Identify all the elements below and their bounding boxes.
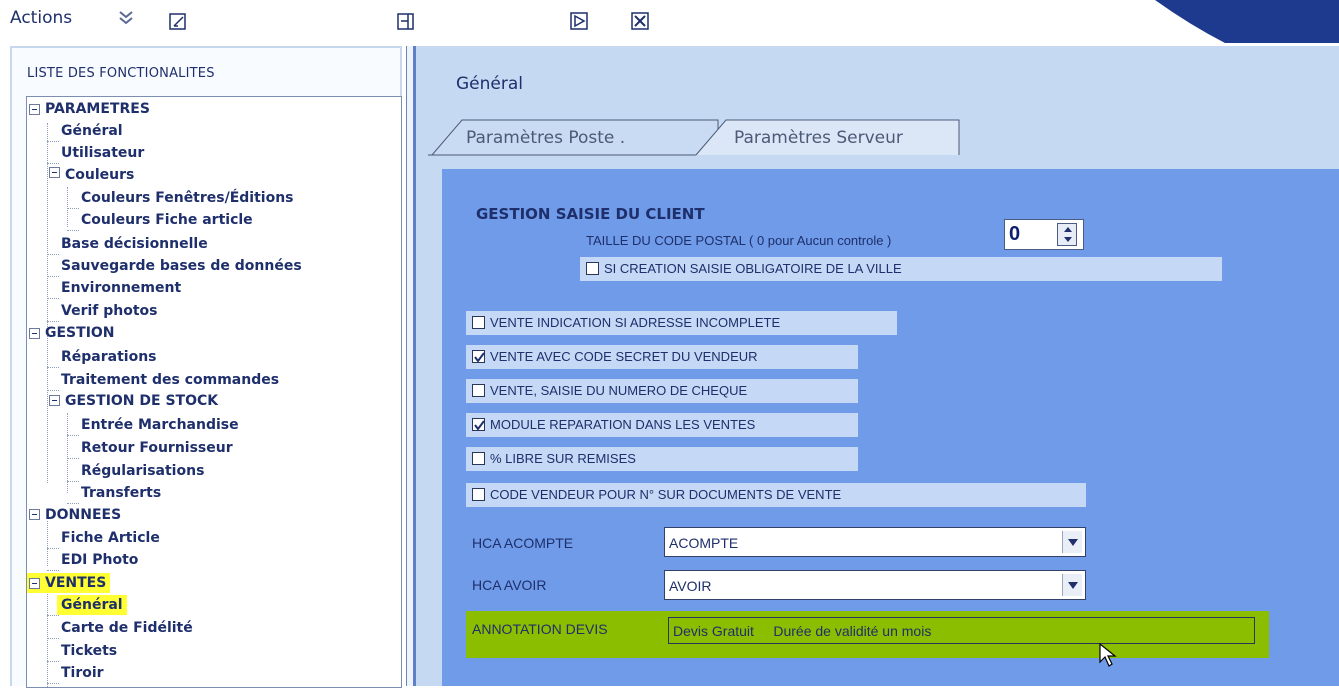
hca-avoir-label: HCA AVOIR (472, 577, 547, 593)
checkbox-module-reparation[interactable]: MODULE REPARATION DANS LES VENTES (466, 413, 858, 437)
checkbox-icon[interactable] (472, 488, 485, 501)
hca-acompte-label: HCA ACOMPTE (472, 535, 574, 551)
collapse-gestion-icon[interactable] (29, 328, 40, 339)
tree-item-sauvegarde[interactable]: Sauvegarde bases de données (61, 256, 302, 276)
tree-item-ventes[interactable]: VENTES (45, 575, 106, 591)
tree-item-gestion-stock[interactable]: GESTION DE STOCK (65, 391, 218, 411)
tree-item-base-decisionnelle[interactable]: Base décisionnelle (61, 234, 208, 254)
checkbox-checked-icon[interactable] (472, 418, 485, 431)
tree-item-retour[interactable]: Retour Fournisseur (81, 438, 233, 458)
checkbox-icon[interactable] (472, 384, 485, 397)
checkbox-adresse-incomplete[interactable]: VENTE INDICATION SI ADRESSE INCOMPLETE (466, 311, 897, 335)
collapse-ventes-icon[interactable] (29, 578, 40, 589)
tree-item-tickets[interactable]: Tickets (61, 641, 117, 661)
feature-list-panel: LISTE DES FONCTIONALITES PARAMETRES Géné… (10, 46, 402, 688)
checkbox-icon[interactable] (586, 262, 599, 275)
tree-item-gestion[interactable]: GESTION (45, 323, 115, 343)
toolbar: Actions (0, 0, 1339, 46)
tree-item-general[interactable]: Général (61, 121, 123, 141)
tree-item-utilisateur[interactable]: Utilisateur (61, 143, 144, 163)
page-title: Général (456, 74, 523, 94)
double-chevron-down-icon[interactable] (116, 8, 136, 28)
tree-item-parametres[interactable]: PARAMETRES (45, 99, 150, 119)
postal-code-stepper[interactable]: 0 (1004, 219, 1084, 250)
edit-icon[interactable] (168, 11, 188, 31)
tree-item-couleurs-fenetres[interactable]: Couleurs Fenêtres/Éditions (81, 188, 294, 208)
panel-title: LISTE DES FONCTIONALITES (27, 66, 215, 81)
tree-item-environnement[interactable]: Environnement (61, 278, 181, 298)
feature-tree: PARAMETRES Général Utilisateur Couleurs … (26, 96, 402, 688)
tree-item-regularisations[interactable]: Régularisations (81, 461, 204, 481)
checkbox-icon[interactable] (472, 452, 485, 465)
tree-item-couleurs-fiche[interactable]: Couleurs Fiche article (81, 210, 253, 230)
actions-menu[interactable]: Actions (10, 8, 72, 28)
checkbox-code-vendeur[interactable]: CODE VENDEUR POUR N° SUR DOCUMENTS DE VE… (466, 483, 1086, 507)
collapse-couleurs-icon[interactable] (49, 167, 60, 178)
postal-code-value: 0 (1009, 223, 1021, 245)
settings-panel: GESTION SAISIE DU CLIENT TAILLE DU CODE … (442, 169, 1339, 686)
annotation-devis-row: ANNOTATION DEVIS Devis Gratuit Durée de … (466, 611, 1269, 658)
tree-item-tiroir[interactable]: Tiroir (61, 663, 104, 683)
postal-code-label: TAILLE DU CODE POSTAL ( 0 pour Aucun con… (586, 233, 892, 248)
checkbox-numero-cheque[interactable]: VENTE, SAISIE DU NUMERO DE CHEQUE (466, 379, 858, 403)
collapse-parametres-icon[interactable] (29, 104, 40, 115)
checkbox-libre-remises[interactable]: % LIBRE SUR REMISES (466, 447, 858, 471)
tree-item-verif-photos[interactable]: Verif photos (61, 301, 157, 321)
checkbox-icon[interactable] (472, 316, 485, 329)
tree-item-couleurs[interactable]: Couleurs (65, 165, 134, 185)
tree-item-reparations[interactable]: Réparations (61, 347, 157, 367)
dropdown-arrow-icon[interactable] (1062, 574, 1082, 596)
tree-item-entree[interactable]: Entrée Marchandise (81, 415, 239, 435)
mouse-cursor-icon (1099, 642, 1117, 667)
dropdown-arrow-icon[interactable] (1062, 531, 1082, 553)
tree-item-edi-photo[interactable]: EDI Photo (61, 550, 138, 570)
play-icon[interactable] (569, 11, 589, 31)
collapse-donnees-icon[interactable] (29, 509, 40, 520)
panel-splitter[interactable] (406, 46, 416, 686)
section-title: GESTION SAISIE DU CLIENT (476, 205, 705, 223)
stepper-arrows-icon[interactable] (1057, 223, 1077, 246)
close-icon[interactable] (630, 11, 650, 31)
checkbox-checked-icon[interactable] (472, 350, 485, 363)
main-area: Général Paramètres Poste . Paramètres Se… (416, 46, 1339, 686)
tree-item-traitement[interactable]: Traitement des commandes (61, 370, 279, 390)
split-view-icon[interactable] (396, 11, 416, 31)
annotation-devis-label: ANNOTATION DEVIS (472, 621, 608, 637)
checkbox-creation-ville[interactable]: SI CREATION SAISIE OBLIGATOIRE DE LA VIL… (580, 257, 1222, 281)
tree-item-donnees[interactable]: DONNEES (45, 505, 121, 525)
tree-item-transferts[interactable]: Transferts (81, 483, 161, 503)
tree-item-fiche-article[interactable]: Fiche Article (61, 528, 160, 548)
hca-acompte-select[interactable]: ACOMPTE (664, 527, 1086, 557)
checkbox-code-secret[interactable]: VENTE AVEC CODE SECRET DU VENDEUR (466, 345, 858, 369)
annotation-devis-input[interactable]: Devis Gratuit Durée de validité un mois (668, 617, 1255, 644)
collapse-gestion-stock-icon[interactable] (49, 395, 60, 406)
header-decoration (1155, 0, 1339, 43)
tree-item-carte-fidelite[interactable]: Carte de Fidélité (61, 618, 193, 638)
tree-item-ventes-general[interactable]: Général (57, 595, 127, 615)
hca-avoir-select[interactable]: AVOIR (664, 570, 1086, 600)
